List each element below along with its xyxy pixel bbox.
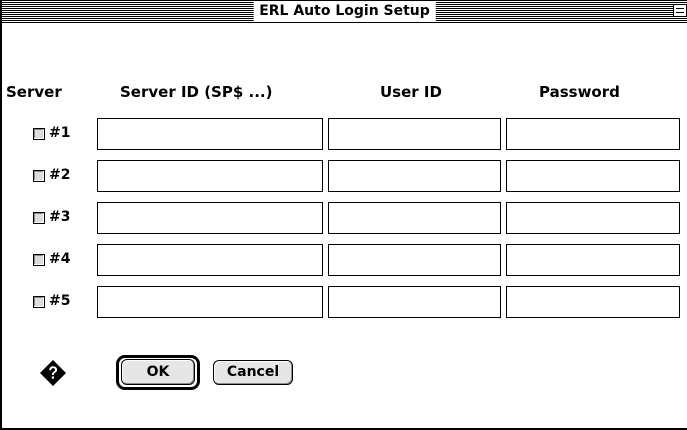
column-header-server: Server: [6, 83, 62, 101]
server-2-label: #2: [49, 167, 71, 183]
server-4-label: #4: [49, 251, 71, 267]
server-5-checkbox[interactable]: [33, 296, 45, 308]
server-3-label: #3: [49, 209, 71, 225]
server-4-checkbox[interactable]: [33, 254, 45, 266]
server-1-server-id-field[interactable]: [97, 118, 323, 150]
server-2-user-id-field[interactable]: [328, 160, 501, 192]
server-2-password-field[interactable]: [506, 160, 680, 192]
server-5-password-field[interactable]: [506, 286, 680, 318]
server-4-user-id-field[interactable]: [328, 244, 501, 276]
window-title: ERL Auto Login Setup: [253, 2, 436, 21]
server-3-user-id-field[interactable]: [328, 202, 501, 234]
server-4-password-field[interactable]: [506, 244, 680, 276]
column-header-user-id: User ID: [380, 83, 442, 101]
server-5-label: #5: [49, 293, 71, 309]
server-2-checkbox[interactable]: [33, 170, 45, 182]
zoom-box-icon[interactable]: [673, 4, 687, 17]
title-bar[interactable]: ERL Auto Login Setup: [2, 1, 687, 23]
server-3-checkbox[interactable]: [33, 212, 45, 224]
ok-button[interactable]: OK: [121, 359, 195, 385]
server-2-server-id-field[interactable]: [97, 160, 323, 192]
cancel-button[interactable]: Cancel: [213, 360, 293, 385]
server-3-server-id-field[interactable]: [97, 202, 323, 234]
column-header-server-id: Server ID (SP$ ...): [120, 83, 273, 101]
server-5-server-id-field[interactable]: [97, 286, 323, 318]
server-3-password-field[interactable]: [506, 202, 680, 234]
server-4-server-id-field[interactable]: [97, 244, 323, 276]
server-5-user-id-field[interactable]: [328, 286, 501, 318]
help-diamond-icon[interactable]: [40, 360, 66, 386]
server-1-password-field[interactable]: [506, 118, 680, 150]
server-1-checkbox[interactable]: [33, 128, 45, 140]
column-header-password: Password: [539, 83, 620, 101]
server-1-label: #1: [49, 125, 71, 141]
dialog-window: ERL Auto Login Setup Server Server ID (S…: [0, 0, 687, 430]
server-1-user-id-field[interactable]: [328, 118, 501, 150]
